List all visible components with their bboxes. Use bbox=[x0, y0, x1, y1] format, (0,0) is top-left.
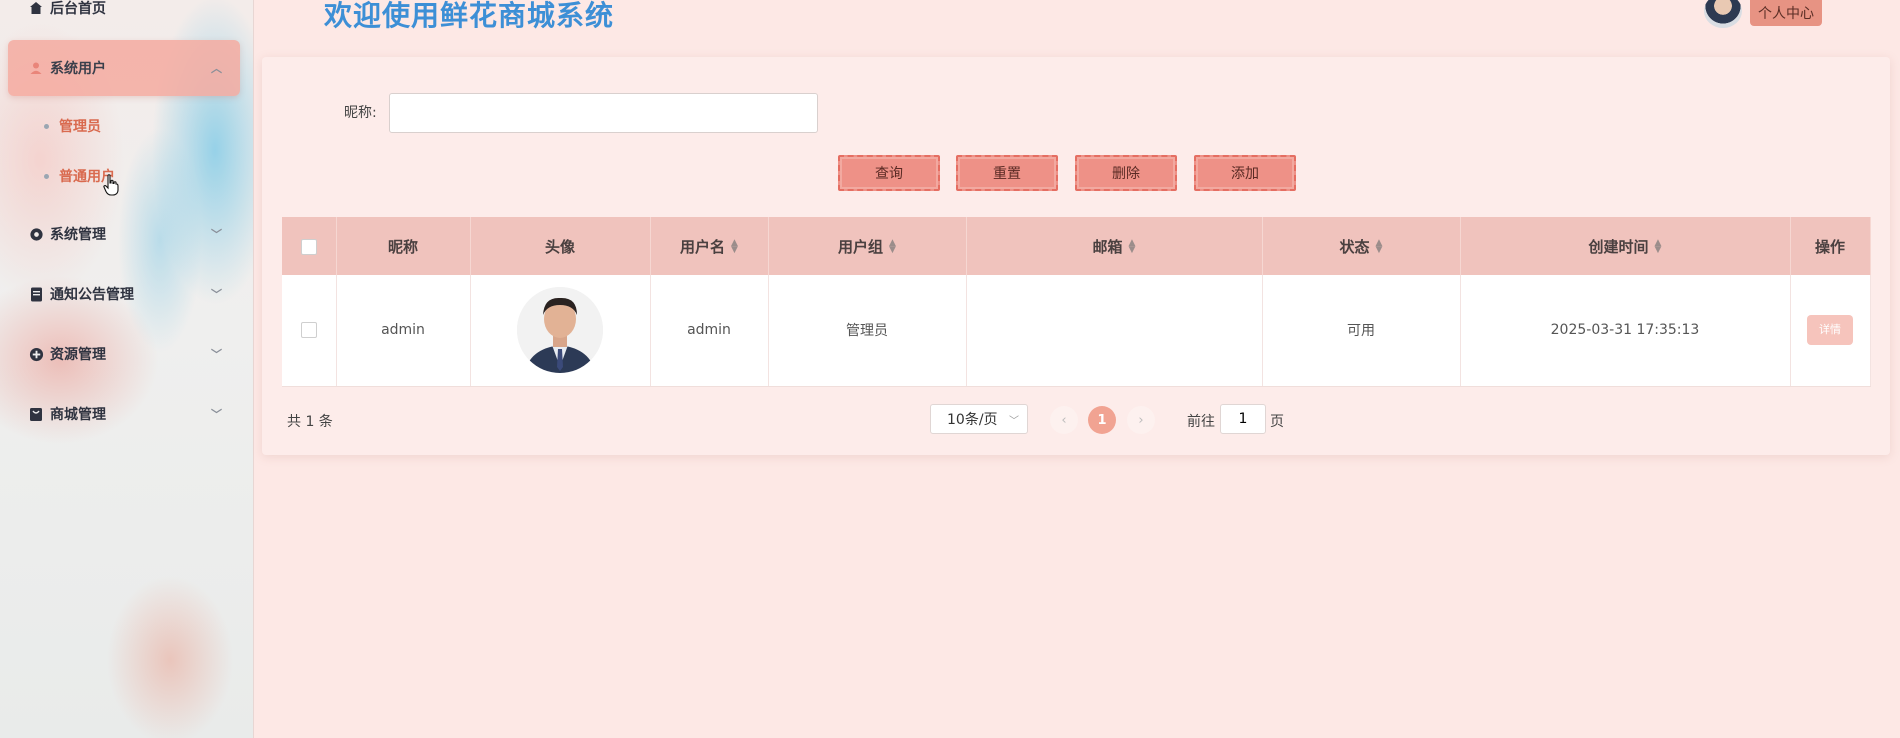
user-center-button[interactable]: 个人中心 bbox=[1750, 0, 1822, 26]
cell-avatar bbox=[470, 275, 651, 387]
column-label: 邮箱 bbox=[1092, 237, 1123, 256]
table-header-row: 昵称 头像 用户名 ▲ ▼ 用户组 ▲ ▼ 邮箱 ▲ ▼ 状态 ▲ ▼ 创建时间 ▲ ▼ 操作 bbox=[282, 217, 1871, 275]
sidebar: 后台首页 系统用户 ︿ 管理员 普通用户 系统管理 ﹀ 通知公告管理 ﹀ 资源管… bbox=[0, 0, 254, 738]
column-header-actions: 操作 bbox=[1790, 217, 1871, 275]
prev-page-button[interactable]: ‹ bbox=[1050, 406, 1078, 434]
page-size-value: 10条/页 bbox=[947, 412, 998, 428]
chevron-down-icon: ﹀ bbox=[211, 408, 222, 421]
reset-button[interactable]: 重置 bbox=[956, 155, 1058, 191]
cell-group: 管理员 bbox=[768, 275, 967, 387]
document-icon bbox=[28, 286, 44, 302]
sort-icon[interactable]: ▲ ▼ bbox=[1376, 239, 1383, 255]
column-label: 头像 bbox=[544, 237, 575, 256]
sidebar-item-notice-management[interactable]: 通知公告管理 ﹀ bbox=[8, 266, 240, 322]
table-row: admin admin 管理员 可用 2025-03-31 17:35:13 详… bbox=[282, 275, 1871, 387]
column-label: 用户组 bbox=[838, 237, 884, 256]
goto-prefix: 前往 bbox=[1187, 414, 1215, 430]
sidebar-item-home[interactable]: 后台首页 bbox=[8, 0, 240, 36]
sort-icon[interactable]: ▲ ▼ bbox=[1655, 239, 1662, 255]
delete-button[interactable]: 删除 bbox=[1075, 155, 1177, 191]
cell-created: 2025-03-31 17:35:13 bbox=[1460, 275, 1791, 387]
goto-page-input[interactable] bbox=[1220, 404, 1266, 434]
chevron-down-icon: ﹀ bbox=[211, 228, 222, 241]
sidebar-subitem-label: 管理员 bbox=[59, 119, 101, 135]
cell-email bbox=[966, 275, 1263, 387]
gear-icon bbox=[28, 226, 44, 242]
sort-icon[interactable]: ▲ ▼ bbox=[731, 239, 738, 255]
chevron-left-icon: ‹ bbox=[1061, 412, 1067, 428]
chevron-up-icon: ︿ bbox=[211, 62, 222, 75]
column-header-created[interactable]: 创建时间 ▲ ▼ bbox=[1460, 217, 1791, 275]
row-checkbox[interactable] bbox=[300, 322, 317, 339]
top-header: 欢迎使用鲜花商城系统 个人中心 bbox=[254, 0, 1900, 48]
sidebar-item-label: 商城管理 bbox=[50, 407, 106, 423]
select-all-checkbox[interactable] bbox=[300, 238, 317, 255]
chevron-down-icon: ﹀ bbox=[1009, 415, 1019, 427]
sidebar-item-resource-management[interactable]: 资源管理 ﹀ bbox=[8, 326, 240, 382]
cell-actions: 详情 bbox=[1790, 275, 1871, 387]
search-label: 昵称: bbox=[344, 105, 377, 121]
add-button[interactable]: 添加 bbox=[1194, 155, 1296, 191]
total-count: 共 1 条 bbox=[287, 414, 333, 430]
column-label: 创建时间 bbox=[1588, 237, 1649, 256]
bullet-icon bbox=[44, 173, 49, 179]
sidebar-item-shop-management[interactable]: 商城管理 ﹀ bbox=[8, 386, 240, 442]
chevron-down-icon: ﹀ bbox=[211, 348, 222, 361]
page-number-button[interactable]: 1 bbox=[1088, 406, 1116, 434]
sidebar-item-label: 通知公告管理 bbox=[50, 287, 134, 303]
chevron-down-icon: ﹀ bbox=[211, 288, 222, 301]
main-card: 昵称: 查询 重置 删除 添加 昵称 头像 用户名 ▲ ▼ 用户组 ▲ ▼ 邮箱 ▲ ▼ 状… bbox=[262, 57, 1890, 455]
sidebar-item-system-management[interactable]: 系统管理 ﹀ bbox=[8, 206, 240, 262]
nickname-search-input[interactable] bbox=[389, 93, 818, 133]
users-table: 昵称 头像 用户名 ▲ ▼ 用户组 ▲ ▼ 邮箱 ▲ ▼ 状态 ▲ ▼ 创建时间 ▲ ▼ 操作 ad… bbox=[282, 217, 1871, 387]
next-page-button[interactable]: › bbox=[1127, 406, 1155, 434]
sort-icon[interactable]: ▲ ▼ bbox=[1129, 239, 1136, 255]
sort-icon[interactable]: ▲ ▼ bbox=[889, 239, 896, 255]
user-icon bbox=[28, 60, 44, 76]
plus-circle-icon bbox=[28, 346, 44, 362]
bag-icon bbox=[28, 406, 44, 422]
chevron-right-icon: › bbox=[1138, 412, 1144, 428]
column-label: 用户名 bbox=[680, 237, 726, 256]
sidebar-item-label: 后台首页 bbox=[50, 1, 106, 17]
sidebar-item-label: 系统管理 bbox=[50, 227, 106, 243]
column-label: 昵称 bbox=[387, 237, 418, 256]
cell-nickname: admin bbox=[336, 275, 471, 387]
sidebar-item-label: 系统用户 bbox=[50, 61, 106, 77]
hand-cursor-icon bbox=[103, 174, 119, 201]
column-label: 操作 bbox=[1814, 237, 1845, 256]
cell-username: admin bbox=[650, 275, 769, 387]
sidebar-subitem-admin[interactable]: 管理员 bbox=[44, 114, 101, 138]
column-header-nickname: 昵称 bbox=[336, 217, 471, 275]
bullet-icon bbox=[44, 123, 49, 129]
user-avatar-image bbox=[517, 287, 603, 374]
user-avatar[interactable] bbox=[1704, 0, 1742, 28]
select-all-cell bbox=[282, 217, 337, 275]
column-header-group[interactable]: 用户组 ▲ ▼ bbox=[768, 217, 967, 275]
column-label: 状态 bbox=[1339, 237, 1370, 256]
column-header-email[interactable]: 邮箱 ▲ ▼ bbox=[966, 217, 1263, 275]
page-size-select[interactable]: 10条/页 ﹀ bbox=[930, 404, 1028, 434]
detail-button[interactable]: 详情 bbox=[1807, 315, 1853, 346]
column-header-status[interactable]: 状态 ▲ ▼ bbox=[1262, 217, 1461, 275]
home-icon bbox=[28, 0, 44, 16]
query-button[interactable]: 查询 bbox=[838, 155, 940, 191]
sidebar-item-label: 资源管理 bbox=[50, 347, 106, 363]
page-title: 欢迎使用鲜花商城系统 bbox=[324, 0, 615, 32]
row-select-cell bbox=[282, 275, 337, 387]
cell-status: 可用 bbox=[1262, 275, 1461, 387]
sidebar-item-system-users[interactable]: 系统用户 ︿ bbox=[8, 40, 240, 96]
column-header-avatar: 头像 bbox=[470, 217, 651, 275]
column-header-username[interactable]: 用户名 ▲ ▼ bbox=[650, 217, 769, 275]
goto-suffix: 页 bbox=[1270, 414, 1284, 430]
